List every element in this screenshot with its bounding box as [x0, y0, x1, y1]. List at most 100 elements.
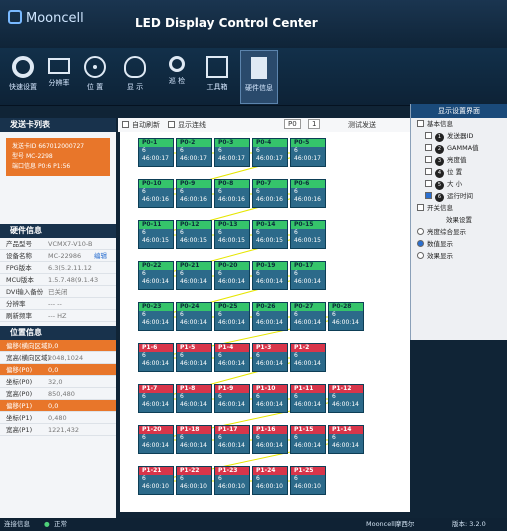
cabinet-tile[interactable]: P1-4 6 46:00:14	[214, 343, 250, 372]
cabinet-tile[interactable]: P1-24 6 46:00:10	[252, 466, 288, 495]
hw-key: 分辨率	[6, 300, 26, 308]
cabinet-tile[interactable]: P0-10 6 46:00:16	[138, 179, 174, 208]
cabinet-tile[interactable]: P0-13 6 46:00:15	[214, 220, 250, 249]
port-select[interactable]: P0	[284, 119, 301, 129]
basic-info-option[interactable]: 2 GAMMA值	[411, 142, 507, 154]
cabinet-tile[interactable]: P1-3 6 46:00:14	[252, 343, 288, 372]
cabinet-runtime: 46:00:14	[180, 442, 207, 449]
cabinet-tile[interactable]: P0-14 6 46:00:15	[252, 220, 288, 249]
effect-option[interactable]: 亮度综合显示	[411, 226, 507, 238]
cabinet-canvas[interactable]: P0-1 6 46:00:17 P0-2 6 46:00:17 P0-3 6 46:00:17 P…	[120, 132, 410, 512]
cabinet-label: P0-1	[139, 139, 173, 147]
tool-resolution[interactable]: 分辨率	[40, 50, 78, 104]
cabinet-tile[interactable]: P1-17 6 46:00:14	[214, 425, 250, 454]
cabinet-tile[interactable]: P0-5 6 46:00:17	[290, 138, 326, 167]
cabinet-tile[interactable]: P0-25 6 46:00:14	[214, 302, 250, 331]
cabinet-tile[interactable]: P0-2 6 46:00:17	[176, 138, 212, 167]
cabinet-tile[interactable]: P1-6 6 46:00:14	[138, 343, 174, 372]
switch-info-group[interactable]: 开关信息	[411, 202, 507, 214]
effect-options: 亮度综合显示 数值显示效果显示	[411, 226, 507, 262]
cabinet-label: P0-14	[253, 221, 287, 229]
cabinet-tile[interactable]: P0-28 6 46:00:14	[328, 302, 364, 331]
auto-refresh-checkbox[interactable]: 自动刷新	[122, 120, 160, 130]
cabinet-runtime: 46:00:10	[142, 483, 169, 490]
cabinet-tile[interactable]: P0-27 6 46:00:14	[290, 302, 326, 331]
cabinet-tile[interactable]: P1-10 6 46:00:14	[252, 384, 288, 413]
cabinet-tile[interactable]: P0-12 6 46:00:15	[176, 220, 212, 249]
card-list-item[interactable]: 发送卡ID 667012000727 型号 MC-2298 端口信息 P0:6 …	[6, 138, 110, 176]
cabinet-tile[interactable]: P1-11 6 46:00:14	[290, 384, 326, 413]
option-label: 大 小	[447, 180, 463, 188]
cabinet-tile[interactable]: P1-5 6 46:00:14	[176, 343, 212, 372]
tool-position[interactable]: 位 置	[76, 50, 114, 104]
cabinet-id: 6	[180, 188, 184, 195]
cabinet-tile[interactable]: P0-1 6 46:00:17	[138, 138, 174, 167]
card-id-label: 发送卡ID	[12, 143, 37, 150]
app-logo: Mooncell	[8, 10, 84, 26]
tool-inspect[interactable]: 巡 检	[158, 50, 196, 104]
cabinet-runtime: 46:00:14	[256, 278, 283, 285]
tool-quick-setup[interactable]: 快速设置	[4, 50, 42, 104]
cabinet-tile[interactable]: P0-23 6 46:00:14	[138, 302, 174, 331]
cabinet-tile[interactable]: P1-23 6 46:00:10	[214, 466, 250, 495]
cabinet-label: P0-10	[139, 180, 173, 188]
basic-info-option[interactable]: 6 运行时间	[411, 190, 507, 202]
cabinet-tile[interactable]: P1-2 6 46:00:14	[290, 343, 326, 372]
cabinet-tile[interactable]: P0-3 6 46:00:17	[214, 138, 250, 167]
tool-toolbox[interactable]: 工具箱	[198, 50, 236, 104]
cabinet-tile[interactable]: P0-4 6 46:00:17	[252, 138, 288, 167]
show-lines-checkbox[interactable]: 显示连线	[168, 120, 206, 130]
cabinet-runtime: 46:00:14	[142, 401, 169, 408]
cabinet-tile[interactable]: P1-25 6 46:00:10	[290, 466, 326, 495]
cabinet-tile[interactable]: P0-24 6 46:00:14	[176, 302, 212, 331]
cabinet-tile[interactable]: P1-22 6 46:00:10	[176, 466, 212, 495]
cabinet-tile[interactable]: P0-6 6 46:00:16	[290, 179, 326, 208]
cabinet-tile[interactable]: P1-14 6 46:00:14	[328, 425, 364, 454]
cabinet-tile[interactable]: P1-9 6 46:00:14	[214, 384, 250, 413]
effect-option[interactable]: 效果显示	[411, 250, 507, 262]
effect-label: 效果显示	[427, 252, 453, 260]
cabinet-tile[interactable]: P0-7 6 46:00:16	[252, 179, 288, 208]
basic-info-option[interactable]: 4位 置	[411, 166, 507, 178]
cabinet-tile[interactable]: P0-8 6 46:00:16	[214, 179, 250, 208]
cabinet-tile[interactable]: P1-12 6 46:00:14	[328, 384, 364, 413]
tool-display[interactable]: 显 示	[116, 50, 154, 104]
option-label: 亮度值	[447, 156, 467, 164]
cabinet-tile[interactable]: P1-16 6 46:00:14	[252, 425, 288, 454]
cabinet-tile[interactable]: P1-18 6 46:00:14	[176, 425, 212, 454]
pos-value: 0,0	[48, 342, 59, 350]
tool-label: 位 置	[86, 83, 104, 91]
cabinet-tile[interactable]: P1-20 6 46:00:14	[138, 425, 174, 454]
cabinet-runtime: 46:00:16	[218, 196, 245, 203]
checkbox-icon	[417, 204, 424, 211]
cabinet-tile[interactable]: P1-7 6 46:00:14	[138, 384, 174, 413]
page-select[interactable]: 1	[308, 119, 321, 129]
cabinet-runtime: 46:00:14	[294, 360, 321, 367]
cabinet-id: 6	[256, 229, 260, 236]
basic-info-option[interactable]: 3 亮度值	[411, 154, 507, 166]
cabinet-tile[interactable]: P0-9 6 46:00:16	[176, 179, 212, 208]
basic-info-group[interactable]: 基本信息	[411, 118, 507, 130]
cabinet-runtime: 46:00:14	[294, 442, 321, 449]
cabinet-tile[interactable]: P0-17 6 46:00:14	[290, 261, 326, 290]
cabinet-tile[interactable]: P1-15 6 46:00:14	[290, 425, 326, 454]
cabinet-tile[interactable]: P0-20 6 46:00:14	[214, 261, 250, 290]
edit-link[interactable]: 编辑	[94, 250, 107, 262]
cabinet-tile[interactable]: P0-15 6 46:00:15	[290, 220, 326, 249]
tool-label: 显 示	[126, 83, 144, 91]
auto-refresh-label: 自动刷新	[132, 121, 160, 129]
tool-hardware-info[interactable]: 硬件信息	[240, 50, 278, 104]
cabinet-tile[interactable]: P1-21 6 46:00:10	[138, 466, 174, 495]
option-number: 3	[435, 157, 444, 166]
test-send-button[interactable]: 测试发送	[348, 120, 376, 130]
effect-option[interactable]: 数值显示	[411, 238, 507, 250]
cabinet-tile[interactable]: P0-19 6 46:00:14	[252, 261, 288, 290]
cabinet-tile[interactable]: P0-11 6 46:00:15	[138, 220, 174, 249]
cabinet-tile[interactable]: P0-21 6 46:00:14	[176, 261, 212, 290]
cabinet-tile[interactable]: P1-8 6 46:00:14	[176, 384, 212, 413]
cabinet-runtime: 46:00:14	[256, 360, 283, 367]
basic-info-option[interactable]: 1 发送器ID	[411, 130, 507, 142]
cabinet-tile[interactable]: P0-22 6 46:00:14	[138, 261, 174, 290]
cabinet-tile[interactable]: P0-26 6 46:00:14	[252, 302, 288, 331]
basic-info-option[interactable]: 5大 小	[411, 178, 507, 190]
